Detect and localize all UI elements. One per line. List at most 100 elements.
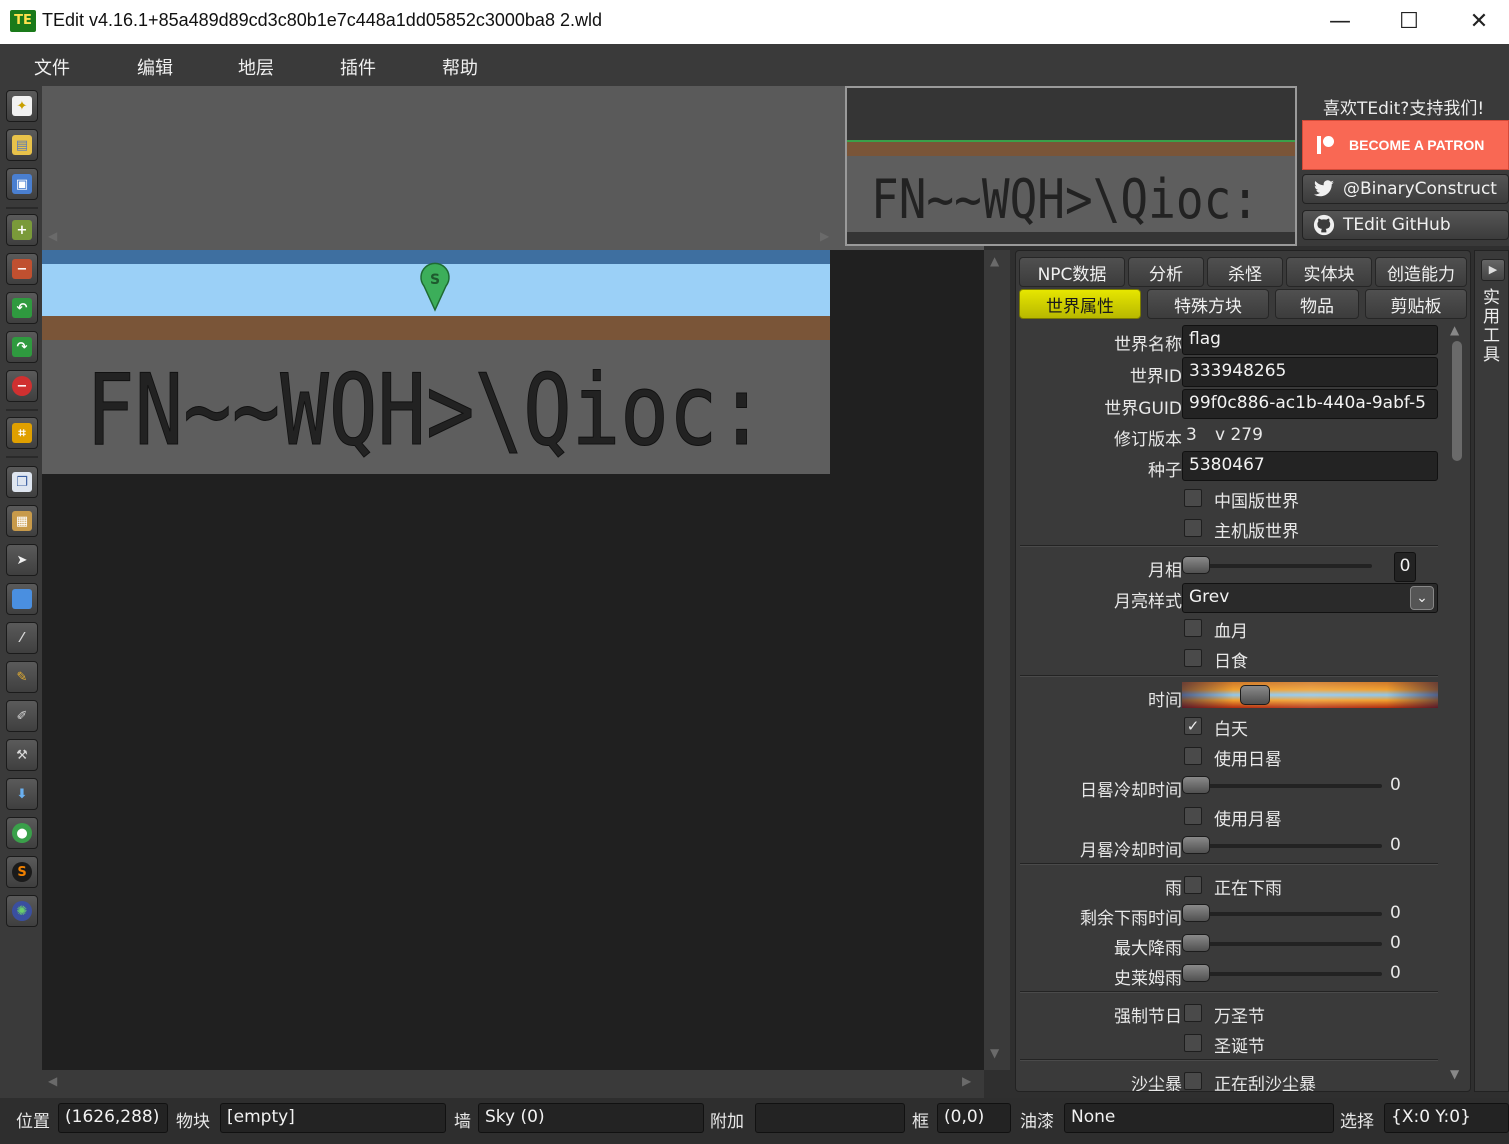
slider-track (1182, 942, 1382, 946)
scroll-up-icon[interactable]: ▲ (990, 254, 999, 268)
blood-moon-checkbox[interactable] (1184, 619, 1202, 637)
time-slider-thumb[interactable] (1240, 685, 1270, 705)
sundial-cooldown-slider[interactable] (1182, 776, 1386, 796)
hammer-button[interactable]: ⚒ (6, 739, 38, 771)
zoom-in-button[interactable]: + (6, 214, 38, 246)
morph-button[interactable]: ✺ (6, 895, 38, 927)
new-world-button[interactable]: ✦ (6, 90, 38, 122)
slider-thumb[interactable] (1182, 934, 1210, 952)
slider-thumb[interactable] (1182, 904, 1210, 922)
redo-button[interactable]: ↷ (6, 331, 38, 363)
redo-icon: ↷ (12, 337, 32, 357)
seed-field[interactable]: 5380467 (1182, 451, 1438, 481)
menu-file[interactable]: 文件 (34, 54, 70, 80)
scroll-left-icon[interactable]: ◀ (48, 229, 57, 243)
moon-phase-field[interactable]: 0 (1394, 552, 1416, 582)
twitter-button[interactable]: @BinaryConstruct (1302, 174, 1509, 204)
github-label: TEdit GitHub (1343, 215, 1451, 235)
slider-thumb[interactable] (1182, 836, 1210, 854)
properties-scrollbar[interactable]: ▲ ▼ (1446, 321, 1468, 1091)
fill-button[interactable]: ⬇ (6, 778, 38, 810)
tab-creative[interactable]: 创造能力 (1375, 257, 1467, 287)
cancel-button[interactable]: − (6, 370, 38, 402)
scroll-right-icon[interactable]: ▶ (820, 229, 829, 243)
daytime-checkbox[interactable]: ✓ (1184, 717, 1202, 735)
christmas-checkbox[interactable] (1184, 1034, 1202, 1052)
tab-npc[interactable]: NPC数据 (1019, 257, 1125, 287)
tab-tile-entities[interactable]: 实体块 (1286, 257, 1372, 287)
scroll-up-icon[interactable]: ▲ (1450, 323, 1459, 337)
world-sprite-button[interactable]: ● (6, 817, 38, 849)
github-button[interactable]: TEdit GitHub (1302, 210, 1509, 240)
is-sandstorm-checkbox[interactable] (1184, 1072, 1202, 1090)
selection-rect-button[interactable] (6, 583, 38, 615)
zoom-out-button[interactable]: − (6, 253, 38, 285)
minimap[interactable]: FN~~WQH>\Qioc: (845, 86, 1297, 246)
tab-kill-tally[interactable]: 杀怪 (1207, 257, 1283, 287)
time-gradient-slider[interactable] (1182, 682, 1438, 708)
use-sundial-checkbox[interactable] (1184, 747, 1202, 765)
tab-clipboard[interactable]: 剪贴板 (1365, 289, 1467, 319)
scroll-right-icon[interactable]: ▶ (962, 1074, 971, 1088)
china-world-checkbox[interactable] (1184, 489, 1202, 507)
scroll-down-icon[interactable]: ▼ (1450, 1067, 1459, 1081)
arrow-select-button[interactable]: ➤ (6, 544, 38, 576)
picker-button[interactable]: ⁄ (6, 622, 38, 654)
slider-thumb[interactable] (1182, 776, 1210, 794)
minimize-button[interactable]: — (1317, 6, 1363, 38)
copy-button[interactable]: ❐ (6, 466, 38, 498)
menu-plugins[interactable]: 插件 (340, 54, 376, 80)
is-raining-checkbox[interactable] (1184, 876, 1202, 894)
crop-button[interactable]: ⌗ (6, 417, 38, 449)
utilities-side-tab[interactable]: ▶ 实用工具 (1474, 250, 1509, 1092)
slider-track (1182, 784, 1382, 788)
chevron-down-icon[interactable]: ⌄ (1410, 586, 1434, 610)
pencil-button[interactable]: ✎ (6, 661, 38, 693)
patreon-button[interactable]: BECOME A PATRON (1302, 120, 1509, 170)
menu-edit[interactable]: 编辑 (137, 54, 173, 80)
app-logo-icon: TE (10, 10, 36, 32)
save-world-button[interactable]: ▣ (6, 168, 38, 200)
scroll-down-icon[interactable]: ▼ (990, 1046, 999, 1060)
scroll-left-icon[interactable]: ◀ (48, 1074, 57, 1088)
moon-style-select[interactable]: Grev (1182, 583, 1438, 613)
eclipse-checkbox[interactable] (1184, 649, 1202, 667)
github-icon (1313, 214, 1335, 236)
console-world-checkbox[interactable] (1184, 519, 1202, 537)
world-id-field[interactable]: 333948265 (1182, 357, 1438, 387)
close-button[interactable]: ✕ (1456, 6, 1502, 38)
slider-thumb[interactable] (1182, 556, 1210, 574)
use-moondial-checkbox[interactable] (1184, 807, 1202, 825)
tab-world-properties[interactable]: 世界属性 (1019, 289, 1141, 319)
frame-label: 框 (912, 1112, 929, 1132)
horizontal-scrollbar[interactable]: ◀ ▶ (42, 1070, 984, 1098)
moon-phase-slider[interactable] (1182, 556, 1378, 576)
expand-arrow-icon[interactable]: ▶ (1481, 259, 1505, 281)
scrollbar-thumb[interactable] (1452, 341, 1462, 461)
halloween-checkbox[interactable] (1184, 1004, 1202, 1022)
undo-button[interactable]: ↶ (6, 292, 38, 324)
slider-thumb[interactable] (1182, 964, 1210, 982)
brush-button[interactable]: ✐ (6, 700, 38, 732)
world-name-field[interactable]: flag (1182, 325, 1438, 355)
open-world-button[interactable]: ▤ (6, 129, 38, 161)
tab-special-tiles[interactable]: 特殊方块 (1147, 289, 1269, 319)
selection-label: 选择 (1340, 1112, 1374, 1132)
slime-rain-slider[interactable] (1182, 964, 1386, 984)
menu-layers[interactable]: 地层 (238, 54, 274, 80)
menu-help[interactable]: 帮助 (442, 54, 478, 80)
max-rain-slider[interactable] (1182, 934, 1386, 954)
moondial-cooldown-slider[interactable] (1182, 836, 1386, 856)
world-guid-field[interactable]: 99f0c886-ac1b-440a-9abf-5 (1182, 389, 1438, 419)
tab-items[interactable]: 物品 (1275, 289, 1359, 319)
slider-track (1182, 844, 1382, 848)
world-viewport[interactable]: ◀ ▶ FN~~WQH>\Qioc: S (42, 86, 984, 1070)
minimap-render: FN~~WQH>\Qioc: (847, 88, 1295, 244)
vertical-scrollbar[interactable]: ▲ ▼ (984, 250, 1010, 1070)
tab-analysis[interactable]: 分析 (1128, 257, 1204, 287)
paste-button[interactable]: ▦ (6, 505, 38, 537)
maximize-button[interactable]: ☐ (1386, 6, 1432, 38)
world-id-label: 世界ID (1129, 367, 1182, 387)
rain-time-left-slider[interactable] (1182, 904, 1386, 924)
spawn-button[interactable]: S (6, 856, 38, 888)
